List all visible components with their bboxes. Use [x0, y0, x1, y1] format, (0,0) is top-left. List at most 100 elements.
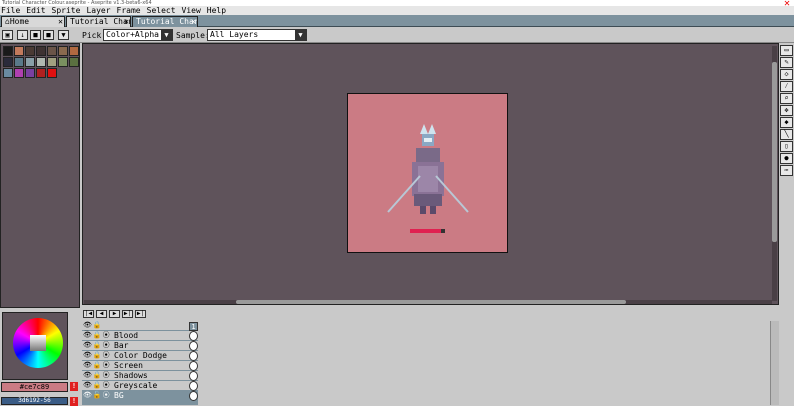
layer-row[interactable]: 👁🔒⦿ Bar	[82, 341, 198, 351]
cel[interactable]	[189, 341, 198, 351]
presets-icon[interactable]: ■	[43, 30, 54, 40]
palette-swatch[interactable]	[14, 57, 24, 67]
text-icon[interactable]: ✑	[780, 165, 793, 176]
palette-swatch[interactable]	[36, 57, 46, 67]
menu-sprite[interactable]: Sprite	[52, 6, 81, 15]
palette-swatch[interactable]	[3, 57, 13, 67]
next-frame-icon[interactable]: ▶|	[122, 310, 133, 318]
layer-row[interactable]: 👁🔒⦿ Color Dodge	[82, 351, 198, 361]
palette-swatch[interactable]	[36, 46, 46, 56]
tab-tutorial-1-label: Tutorial Charac	[70, 17, 130, 26]
palette-swatch[interactable]	[3, 68, 13, 78]
layer-toggles[interactable]: 👁🔒⦿	[83, 361, 113, 370]
cel[interactable]	[189, 351, 198, 361]
sample-select[interactable]: All Layers ▼	[207, 29, 307, 41]
pick-value: Color+Alpha	[106, 30, 159, 39]
layer-name: Blood	[114, 331, 139, 340]
pick-select[interactable]: Color+Alpha ▼	[103, 29, 173, 41]
menu-edit[interactable]: Edit	[26, 6, 45, 15]
tab-home[interactable]: ⌂Home ✕	[1, 16, 65, 27]
layer-toggles[interactable]: 👁🔒⦿	[83, 381, 113, 390]
blur-icon[interactable]: ●	[780, 153, 793, 164]
vertical-scrollbar[interactable]	[772, 46, 777, 301]
layer-row[interactable]: 👁🔒⦿ Shadows	[82, 371, 198, 381]
layer-toggles[interactable]: 👁🔓⦿	[83, 391, 113, 400]
horizontal-scrollbar[interactable]	[84, 300, 772, 304]
cel-column	[189, 321, 198, 405]
palette-swatch[interactable]	[14, 46, 24, 56]
menu-view[interactable]: View	[182, 6, 201, 15]
menu-file[interactable]: File	[1, 6, 20, 15]
layer-name: BG	[114, 391, 124, 400]
layer-row-active[interactable]: 👁🔓⦿ BG	[82, 391, 198, 401]
tab-tutorial-2[interactable]: Tutorial Charac ✕	[132, 16, 198, 27]
palette-swatch[interactable]	[36, 68, 46, 78]
palette-swatch[interactable]	[3, 46, 13, 56]
close-tab-icon[interactable]: ✕	[124, 17, 129, 27]
palette-swatch[interactable]	[69, 46, 79, 56]
palette-swatch[interactable]	[47, 46, 57, 56]
layer-toggles[interactable]: 👁🔒⦿	[83, 331, 113, 340]
cel[interactable]	[189, 391, 198, 401]
palette-swatch[interactable]	[25, 46, 35, 56]
timeline-frames-area[interactable]	[200, 321, 770, 405]
palette-swatch[interactable]	[47, 68, 57, 78]
rectangle-icon[interactable]: ▯	[780, 141, 793, 152]
play-icon[interactable]: ▶	[109, 310, 120, 318]
layer-toggles[interactable]: 👁🔒⦿	[83, 371, 113, 380]
palette-swatch[interactable]	[25, 57, 35, 67]
last-frame-icon[interactable]: ▶|	[135, 310, 146, 318]
palette-menu-icon[interactable]: ▼	[58, 30, 69, 40]
line-icon[interactable]: ╲	[780, 129, 793, 140]
palette-swatch[interactable]	[58, 57, 68, 67]
tab-home-label: Home	[9, 17, 30, 26]
layer-toggles[interactable]: 👁🔒⦿	[83, 351, 113, 360]
background-color[interactable]: 3d6192-56	[1, 397, 68, 405]
palette-swatch[interactable]	[25, 68, 35, 78]
menu-select[interactable]: Select	[147, 6, 176, 15]
timeline-scrollbar[interactable]	[770, 321, 779, 405]
sort-down-icon[interactable]: ↓	[17, 30, 28, 40]
cel[interactable]	[189, 361, 198, 371]
tab-tutorial-1[interactable]: Tutorial Charac ✕	[66, 16, 131, 27]
scroll-thumb[interactable]	[772, 62, 777, 242]
menu-frame[interactable]: Frame	[117, 6, 141, 15]
tint-shade-picker[interactable]	[30, 335, 46, 351]
sprite-canvas[interactable]	[347, 93, 508, 253]
cel[interactable]	[189, 371, 198, 381]
layer-toggles[interactable]: 👁🔒⦿	[83, 341, 113, 350]
palette-swatch[interactable]	[58, 46, 68, 56]
marquee-icon[interactable]: ▭	[780, 45, 793, 56]
menu-help[interactable]: Help	[207, 6, 226, 15]
fill-icon[interactable]: ◆	[780, 117, 793, 128]
palette-swatch[interactable]	[69, 57, 79, 67]
chevron-down-icon[interactable]: ▼	[161, 30, 172, 40]
close-tab-icon[interactable]: ✕	[191, 17, 196, 27]
eyedropper-icon[interactable]: ⁄	[780, 81, 793, 92]
cel[interactable]	[189, 331, 198, 341]
scroll-thumb[interactable]	[236, 300, 626, 304]
first-frame-icon[interactable]: |◀	[83, 310, 94, 318]
layer-row[interactable]: 👁🔒⦿ Greyscale	[82, 381, 198, 391]
menu-layer[interactable]: Layer	[86, 6, 110, 15]
foreground-color[interactable]: #ce7c89	[1, 382, 68, 392]
warning-icon[interactable]: !	[70, 382, 78, 391]
cel[interactable]	[189, 381, 198, 391]
palette-swatch[interactable]	[14, 68, 24, 78]
palette-options-icon[interactable]: ■	[30, 30, 41, 40]
zoom-icon[interactable]: ⌕	[780, 93, 793, 104]
sample-label: Sample:	[176, 31, 210, 40]
palette-swatch[interactable]	[47, 57, 57, 67]
pencil-icon[interactable]: ✎	[780, 57, 793, 68]
layer-name: Bar	[114, 341, 129, 350]
chevron-down-icon[interactable]: ▼	[295, 30, 306, 40]
layer-row[interactable]: 👁🔒⦿▦	[82, 321, 198, 338]
eraser-icon[interactable]: ◇	[780, 69, 793, 80]
layer-name: Screen	[114, 361, 143, 370]
layer-row[interactable]: 👁🔒⦿ Screen	[82, 361, 198, 371]
move-icon[interactable]: ✥	[780, 105, 793, 116]
close-tab-icon[interactable]: ✕	[58, 17, 63, 27]
prev-frame-icon[interactable]: ◀	[96, 310, 107, 318]
layer-row[interactable]: 👁🔒⦿ Blood	[82, 331, 198, 341]
lock-icon[interactable]: ▣	[2, 30, 13, 40]
